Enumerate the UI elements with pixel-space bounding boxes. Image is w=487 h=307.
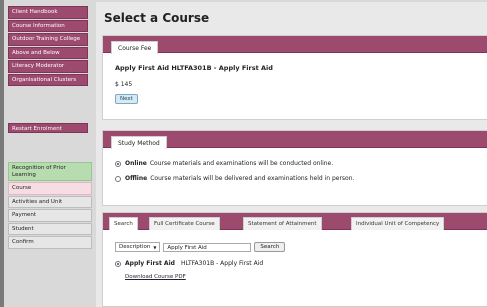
page-title: Select a Course [104, 11, 210, 25]
sidebar-item-organisational-clusters[interactable]: Organisational Clusters [8, 73, 88, 86]
search-tabs: Search Full Certificate Course Statement… [103, 213, 487, 230]
online-desc: Course materials and examinations will b… [149, 160, 334, 167]
tab-search[interactable]: Search [109, 217, 138, 230]
sidebar: Client Handbook Course Information Outdo… [8, 6, 94, 306]
online-option[interactable]: Online Course materials and examinations… [115, 160, 475, 167]
sidebar-item-client-handbook[interactable]: Client Handbook [8, 6, 88, 19]
next-button[interactable]: Next [115, 94, 138, 104]
tab-course-fee[interactable]: Course Fee [111, 41, 159, 54]
download-course-pdf-link[interactable]: Download Course PDF [125, 274, 186, 280]
search-filter-select[interactable]: Description ▼ [115, 242, 161, 252]
step-activities-unit[interactable]: Activities and Unit [8, 195, 92, 208]
course-search-panel: Search Full Certificate Course Statement… [102, 212, 487, 307]
chevron-down-icon: ▼ [153, 244, 157, 250]
search-input[interactable]: Apply First Aid [163, 242, 252, 252]
result-radio[interactable] [115, 260, 121, 267]
course-name: Apply First Aid HLTFA301B - Apply First … [115, 64, 273, 72]
sidebar-item-above-below[interactable]: Above and Below [8, 46, 88, 59]
search-row: Description ▼ Apply First Aid Search [115, 242, 475, 252]
panel-header: Study Method [103, 131, 487, 149]
study-method-panel: Study Method Online Course materials and… [102, 130, 487, 206]
sidebar-item-outdoor-training[interactable]: Outdoor Training College [8, 33, 88, 46]
restart-enrolment-button[interactable]: Restart Enrolment [8, 123, 88, 133]
tab-statement-of-attainment[interactable]: Statement of Attainment [243, 217, 322, 230]
course-fee-panel: Course Fee Apply First Aid HLTFA301B - A… [102, 35, 487, 120]
main-content: Select a Course Course Fee Apply First A… [96, 2, 487, 307]
tab-full-certificate-course[interactable]: Full Certificate Course [149, 217, 220, 230]
sidebar-item-literacy-moderator[interactable]: Literacy Moderator [8, 60, 88, 73]
step-course[interactable]: Course [8, 182, 92, 195]
search-button[interactable]: Search [254, 242, 286, 252]
panel-header: Course Fee [103, 36, 487, 54]
result-desc: HLTFA301B - Apply First Aid [180, 260, 264, 267]
step-confirm[interactable]: Confirm [8, 236, 92, 249]
step-payment[interactable]: Payment [8, 209, 92, 222]
search-filter-value: Description [119, 244, 151, 250]
tab-individual-unit-competency[interactable]: Individual Unit of Competency [351, 217, 445, 230]
step-student[interactable]: Student [8, 222, 92, 235]
sidebar-nav: Client Handbook Course Information Outdo… [8, 6, 94, 87]
fee-amount: $ 145 [115, 81, 133, 88]
result-title: Apply First Aid [125, 260, 175, 267]
online-title: Online [125, 160, 147, 167]
sidebar-item-course-information[interactable]: Course Information [8, 19, 88, 32]
search-result[interactable]: Apply First Aid HLTFA301B - Apply First … [115, 260, 475, 267]
offline-title: Offline [125, 175, 148, 182]
step-recognition-prior-learning[interactable]: Recognition of Prior Learning [8, 162, 92, 181]
offline-option[interactable]: Offline Course materials will be deliver… [115, 175, 475, 182]
offline-radio[interactable] [115, 175, 121, 182]
online-radio[interactable] [115, 160, 121, 167]
offline-desc: Course materials will be delivered and e… [150, 175, 355, 182]
enrolment-steps: Recognition of Prior Learning Course Act… [8, 162, 94, 250]
tab-study-method[interactable]: Study Method [111, 136, 167, 149]
